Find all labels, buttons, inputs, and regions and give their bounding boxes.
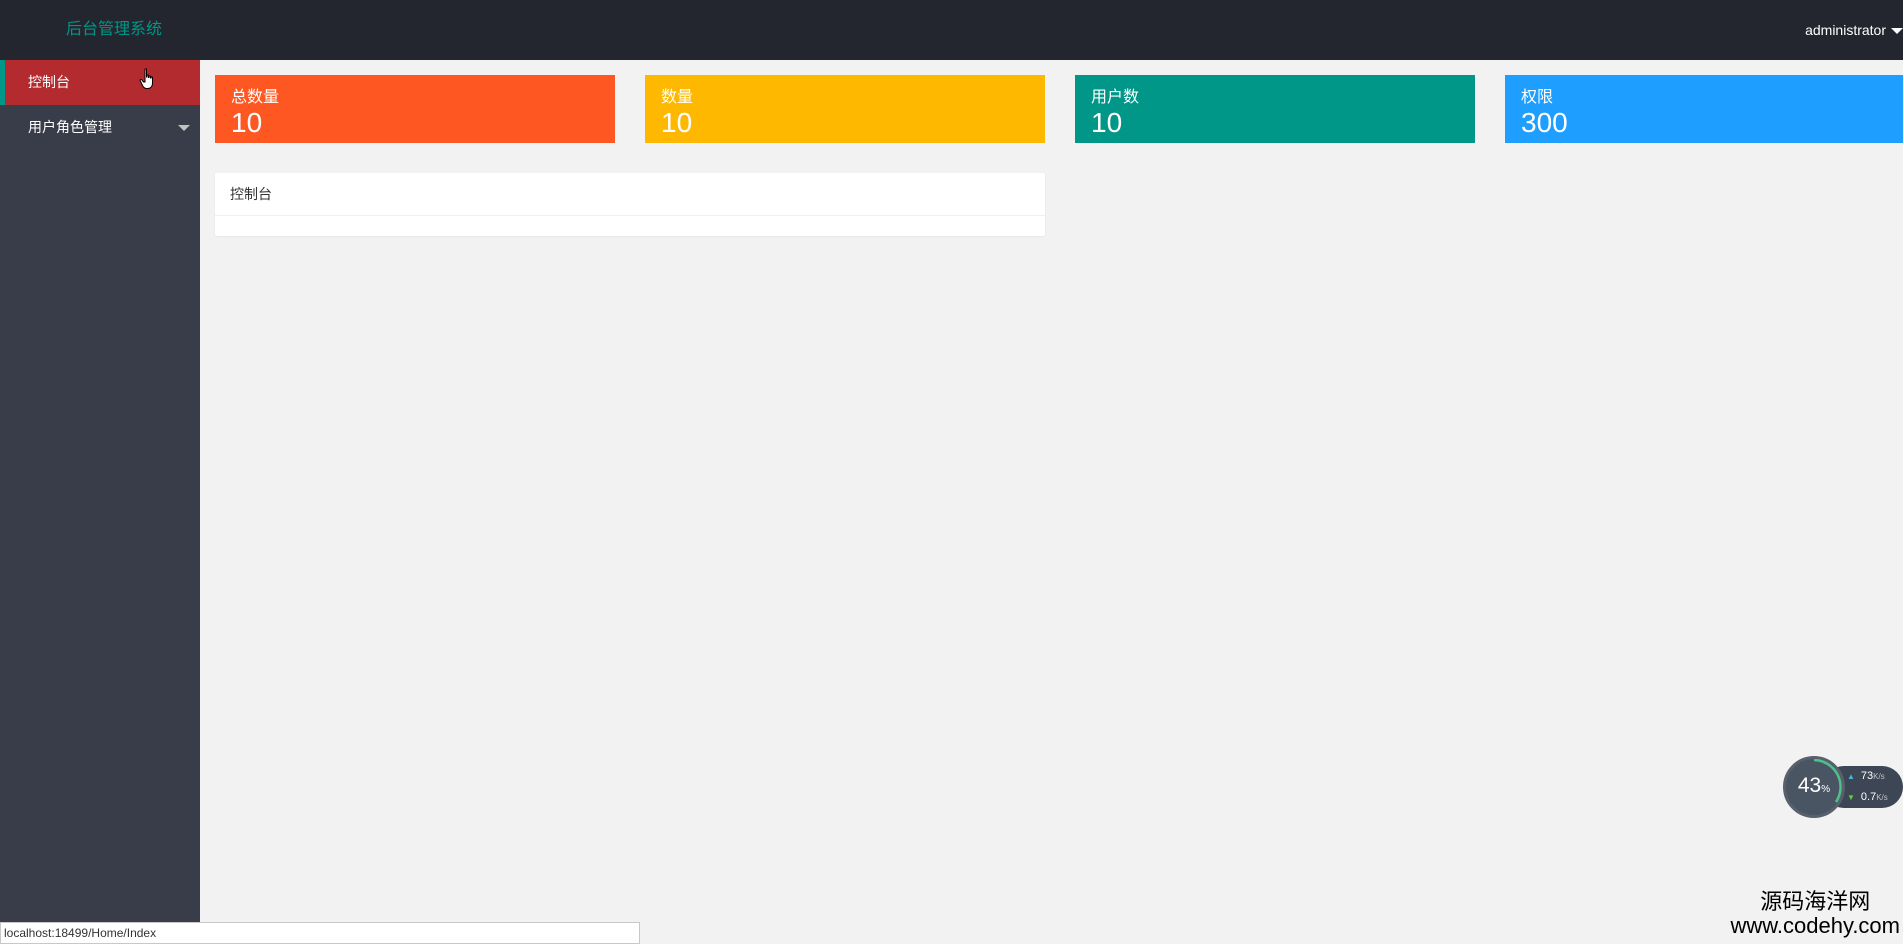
top-header: 后台管理系统 administrator: [0, 0, 1903, 60]
download-arrow-icon: ▼: [1847, 793, 1855, 802]
stat-card-title: 数量: [661, 89, 694, 106]
sidebar: 控制台 用户角色管理: [0, 60, 200, 944]
download-rate: ▼ 0.7K/s: [1847, 790, 1888, 805]
hand-pointer-cursor-icon: [139, 68, 153, 89]
dashboard-panel: 控制台: [215, 173, 1045, 236]
stat-card-value: 10: [1091, 107, 1123, 138]
upload-arrow-icon: ▲: [1847, 772, 1855, 781]
stat-card-title: 总数量: [231, 89, 280, 106]
download-unit: K/s: [1876, 793, 1888, 802]
stat-card-permissions: 权限 300: [1505, 75, 1903, 143]
upload-value: 73: [1860, 770, 1874, 782]
upload-unit: K/s: [1873, 772, 1885, 781]
status-url: localhost:18499/Home/Index: [4, 926, 157, 940]
sidebar-item-label: 控制台: [28, 74, 70, 90]
sidebar-item-label: 用户角色管理: [28, 119, 112, 135]
stat-card-value: 300: [1521, 107, 1568, 138]
watermark: 源码海洋网 www.codehy.com: [1730, 890, 1900, 938]
stat-card-value: 10: [661, 107, 693, 138]
percent-sign: %: [1821, 784, 1831, 795]
watermark-url: www.codehy.com: [1730, 913, 1900, 938]
stat-card-quantity: 数量 10: [645, 75, 1045, 143]
app-logo-title[interactable]: 后台管理系统: [66, 19, 162, 41]
download-value: 0.7: [1860, 791, 1877, 803]
sidebar-item-dashboard[interactable]: 控制台: [0, 60, 200, 105]
stat-card-title: 用户数: [1091, 89, 1140, 106]
network-speed-widget[interactable]: 43% ▲ 73K/s ▼ 0.7K/s: [1783, 756, 1903, 818]
browser-status-bar: localhost:18499/Home/Index: [0, 922, 640, 944]
chevron-down-icon: [178, 125, 190, 131]
chevron-down-icon: [1891, 28, 1903, 35]
stat-card-title: 权限: [1521, 89, 1554, 106]
stat-card-total: 总数量 10: [215, 75, 615, 143]
panel-title: 控制台: [215, 173, 1045, 216]
user-menu[interactable]: administrator: [1805, 19, 1903, 41]
usage-percent: 43%: [1793, 773, 1835, 803]
username-label: administrator: [1805, 22, 1886, 38]
sidebar-item-user-role-management[interactable]: 用户角色管理: [0, 105, 200, 150]
stat-card-value: 10: [231, 107, 263, 138]
usage-percent-value: 43: [1797, 774, 1822, 797]
upload-rate: ▲ 73K/s: [1847, 769, 1885, 784]
watermark-site-name: 源码海洋网: [1760, 889, 1871, 914]
stat-card-users: 用户数 10: [1075, 75, 1475, 143]
